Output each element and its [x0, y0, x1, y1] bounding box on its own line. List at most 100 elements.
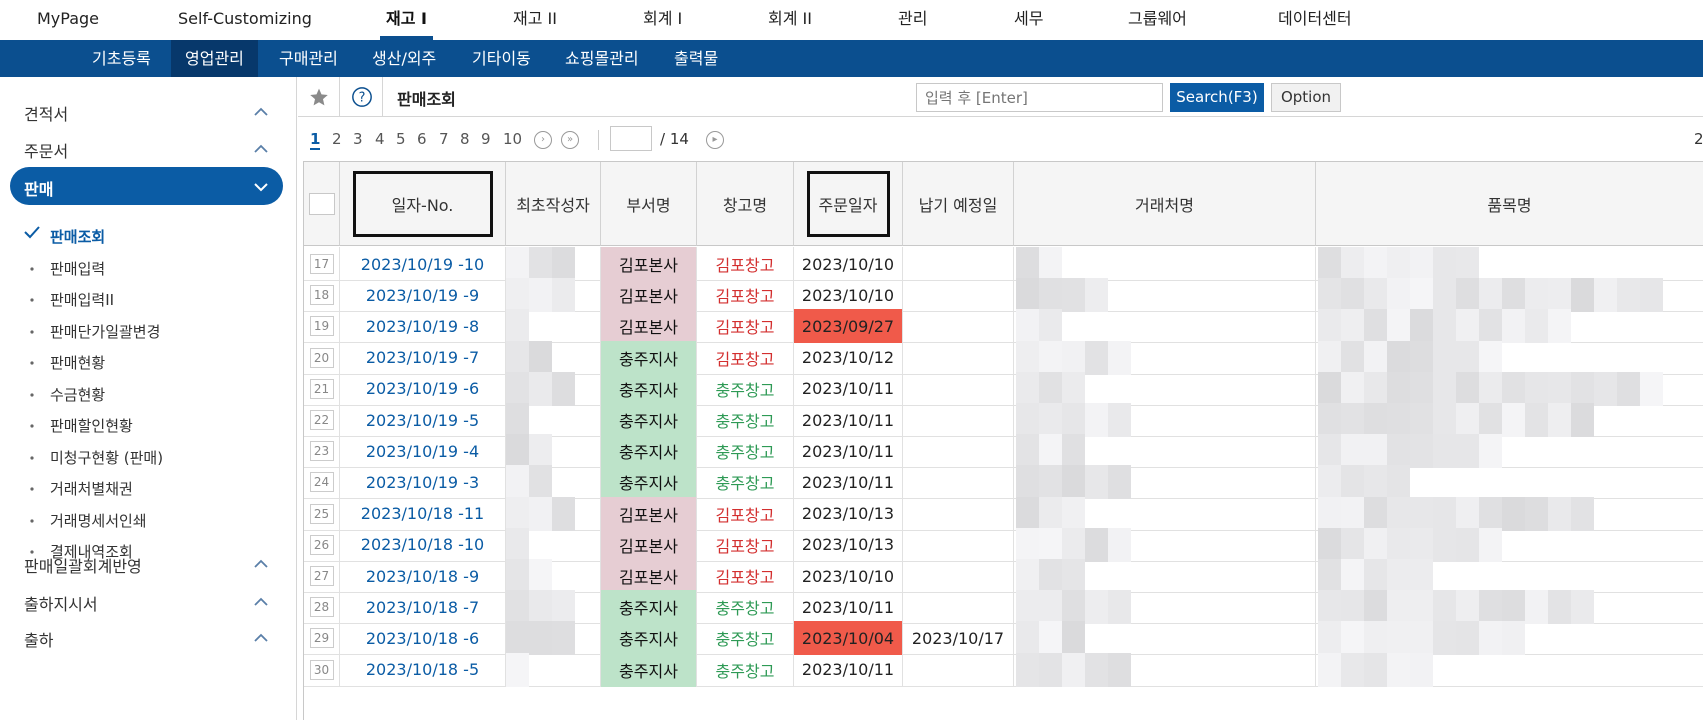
date-no-link[interactable]: 2023/10/19 -9 [340, 278, 506, 313]
last-page-icon[interactable]: » [561, 131, 579, 149]
date-no-link[interactable]: 2023/10/18 -10 [340, 527, 506, 562]
item-cell-redacted [1316, 434, 1703, 469]
sub-nav: 기초등록 영업관리 구매관리 생산/외주 기타이동 쇼핑몰관리 출력물 [0, 40, 1703, 77]
redacted-block [1016, 590, 1314, 625]
date-no-link[interactable]: 2023/10/18 -9 [340, 559, 506, 593]
department-cell: 김포본사 [601, 309, 697, 344]
table-row[interactable]: 29 2023/10/18 -6 충주지사 충주창고 2023/10/04 2023/10… [304, 621, 1703, 656]
date-no-link[interactable]: 2023/10/19 -4 [340, 434, 506, 469]
search-button[interactable]: Search(F3) [1170, 83, 1264, 112]
next-page-icon[interactable]: › [534, 131, 552, 149]
date-no-link[interactable]: 2023/10/18 -5 [340, 652, 506, 687]
help-button[interactable]: ? [341, 77, 383, 117]
page-number-input[interactable] [610, 126, 652, 151]
sidebar-item-label: 수금현황 [50, 385, 106, 404]
creator-cell-redacted [506, 340, 601, 375]
row-number-label: 24 [309, 472, 334, 493]
go-page-icon[interactable]: ▸ [706, 131, 724, 149]
table-row[interactable]: 22 2023/10/19 -5 충주지사 충주창고 2023/10/11 [304, 403, 1703, 437]
column-header-dept[interactable]: 부서명 [601, 162, 697, 246]
sub-nav-item-1[interactable]: 영업관리 [171, 40, 258, 77]
sub-nav-item-3[interactable]: 생산/외주 [358, 40, 450, 77]
sidebar-group-sidebar-groups_top-0[interactable]: 견적서 [10, 92, 283, 130]
date-no-link[interactable]: 2023/10/19 -8 [340, 309, 506, 344]
top-nav-item-3[interactable]: 재고 II [513, 0, 557, 40]
column-header-due-date[interactable]: 납기 예정일 [903, 162, 1014, 246]
table-row[interactable]: 23 2023/10/19 -4 충주지사 충주창고 2023/10/11 [304, 434, 1703, 469]
page-link-1[interactable]: 1 [310, 130, 321, 150]
column-header-order-date[interactable]: 주문일자 [794, 162, 903, 246]
table-row[interactable]: 18 2023/10/19 -9 김포본사 김포창고 2023/10/10 [304, 278, 1703, 313]
top-nav-item-0[interactable]: MyPage [37, 0, 99, 40]
table-row[interactable]: 20 2023/10/19 -7 충주지사 김포창고 2023/10/12 [304, 340, 1703, 375]
column-header-check[interactable] [304, 162, 340, 246]
top-nav-item-8[interactable]: 그룹웨어 [1128, 0, 1187, 40]
table-row[interactable]: 26 2023/10/18 -10 김포본사 김포창고 2023/10/13 [304, 527, 1703, 562]
page-link-4[interactable]: 4 [375, 130, 385, 148]
row-number-label: 29 [309, 628, 334, 649]
sub-nav-item-5[interactable]: 쇼핑몰관리 [551, 40, 653, 77]
date-no-link[interactable]: 2023/10/19 -3 [340, 465, 506, 500]
search-input[interactable] [916, 83, 1163, 112]
column-header-date-no[interactable]: 일자-No. [340, 162, 506, 246]
redacted-block [1016, 434, 1314, 469]
select-all-checkbox[interactable] [308, 192, 335, 215]
sub-nav-item-4[interactable]: 기타이동 [458, 40, 545, 77]
page-link-10[interactable]: 10 [503, 130, 522, 148]
table-row[interactable]: 28 2023/10/18 -7 충주지사 충주창고 2023/10/11 [304, 590, 1703, 625]
date-no-link[interactable]: 2023/10/19 -5 [340, 403, 506, 437]
page-link-6[interactable]: 6 [417, 130, 427, 148]
table-row[interactable]: 17 2023/10/19 -10 김포본사 김포창고 2023/10/10 [304, 247, 1703, 281]
sidebar-item-label: 판매현황 [50, 354, 106, 372]
redacted-block [1016, 371, 1314, 406]
column-header-creator[interactable]: 최초작성자 [506, 162, 601, 246]
sidebar-item-label: 판매조회 [50, 228, 106, 246]
date-no-link[interactable]: 2023/10/19 -10 [340, 247, 506, 281]
date-no-link[interactable]: 2023/10/18 -11 [340, 496, 506, 531]
top-nav-item-2[interactable]: 재고 I [380, 0, 433, 40]
page-link-7[interactable]: 7 [439, 130, 449, 148]
table-row[interactable]: 21 2023/10/19 -6 충주지사 충주창고 2023/10/11 [304, 371, 1703, 406]
top-nav-item-7[interactable]: 세무 [1014, 0, 1043, 40]
sales-grid: 일자-No. 최초작성자 부서명 창고명 주문일자 납기 예정일 거래처명 품목명 17 2023… [303, 161, 1703, 720]
row-number: 26 [304, 527, 340, 562]
sidebar-group-sidebar-groups_bottom-1[interactable]: 출하지시서 [10, 582, 283, 620]
top-nav-item-9[interactable]: 데이터센터 [1278, 0, 1352, 40]
chevron-up-icon [253, 556, 269, 570]
date-no-link[interactable]: 2023/10/18 -6 [340, 621, 506, 656]
table-row[interactable]: 19 2023/10/19 -8 김포본사 김포창고 2023/09/27 [304, 309, 1703, 344]
page-link-8[interactable]: 8 [460, 130, 470, 148]
page-link-3[interactable]: 3 [353, 130, 363, 148]
page-link-9[interactable]: 9 [481, 130, 491, 148]
top-nav-item-5[interactable]: 회계 II [768, 0, 812, 40]
favorite-star-button[interactable] [298, 77, 340, 117]
pager-divider [598, 130, 599, 150]
top-nav-item-4[interactable]: 회계 I [643, 0, 682, 40]
table-row[interactable]: 30 2023/10/18 -5 충주지사 충주창고 2023/10/11 [304, 652, 1703, 687]
date-no-link[interactable]: 2023/10/18 -7 [340, 590, 506, 625]
table-row[interactable]: 27 2023/10/18 -9 김포본사 김포창고 2023/10/10 [304, 559, 1703, 593]
sub-nav-item-0[interactable]: 기초등록 [78, 40, 165, 77]
column-header-client[interactable]: 거래처명 [1014, 162, 1316, 246]
sub-nav-item-2[interactable]: 구매관리 [265, 40, 352, 77]
table-row[interactable]: 25 2023/10/18 -11 김포본사 김포창고 2023/10/13 [304, 496, 1703, 531]
sidebar-group-sidebar-groups_bottom-0[interactable]: 판매일괄회계반영 [10, 544, 283, 582]
column-header-item[interactable]: 품목명 [1316, 162, 1703, 246]
redacted-block [1016, 278, 1314, 313]
order-date-cell: 2023/10/11 [794, 652, 903, 687]
date-no-link[interactable]: 2023/10/19 -6 [340, 371, 506, 406]
top-nav-item-1[interactable]: Self-Customizing [178, 0, 312, 40]
option-button[interactable]: Option [1271, 83, 1341, 112]
page-link-2[interactable]: 2 [332, 130, 342, 148]
column-header-warehouse[interactable]: 창고명 [697, 162, 794, 246]
redacted-block [1318, 434, 1702, 469]
table-row[interactable]: 24 2023/10/19 -3 충주지사 충주창고 2023/10/11 [304, 465, 1703, 500]
sidebar-group-sidebar-groups_top-1[interactable]: 주문서 [10, 129, 283, 167]
date-no-link[interactable]: 2023/10/19 -7 [340, 340, 506, 375]
due-date-cell [903, 496, 1014, 531]
top-nav-item-6[interactable]: 관리 [898, 0, 927, 40]
sidebar-group-sidebar-groups_bottom-2[interactable]: 출하 [10, 618, 283, 656]
sidebar-group-sidebar-groups_top-2[interactable]: 판매 [10, 167, 283, 205]
sub-nav-item-6[interactable]: 출력물 [660, 40, 732, 77]
page-link-5[interactable]: 5 [396, 130, 406, 148]
